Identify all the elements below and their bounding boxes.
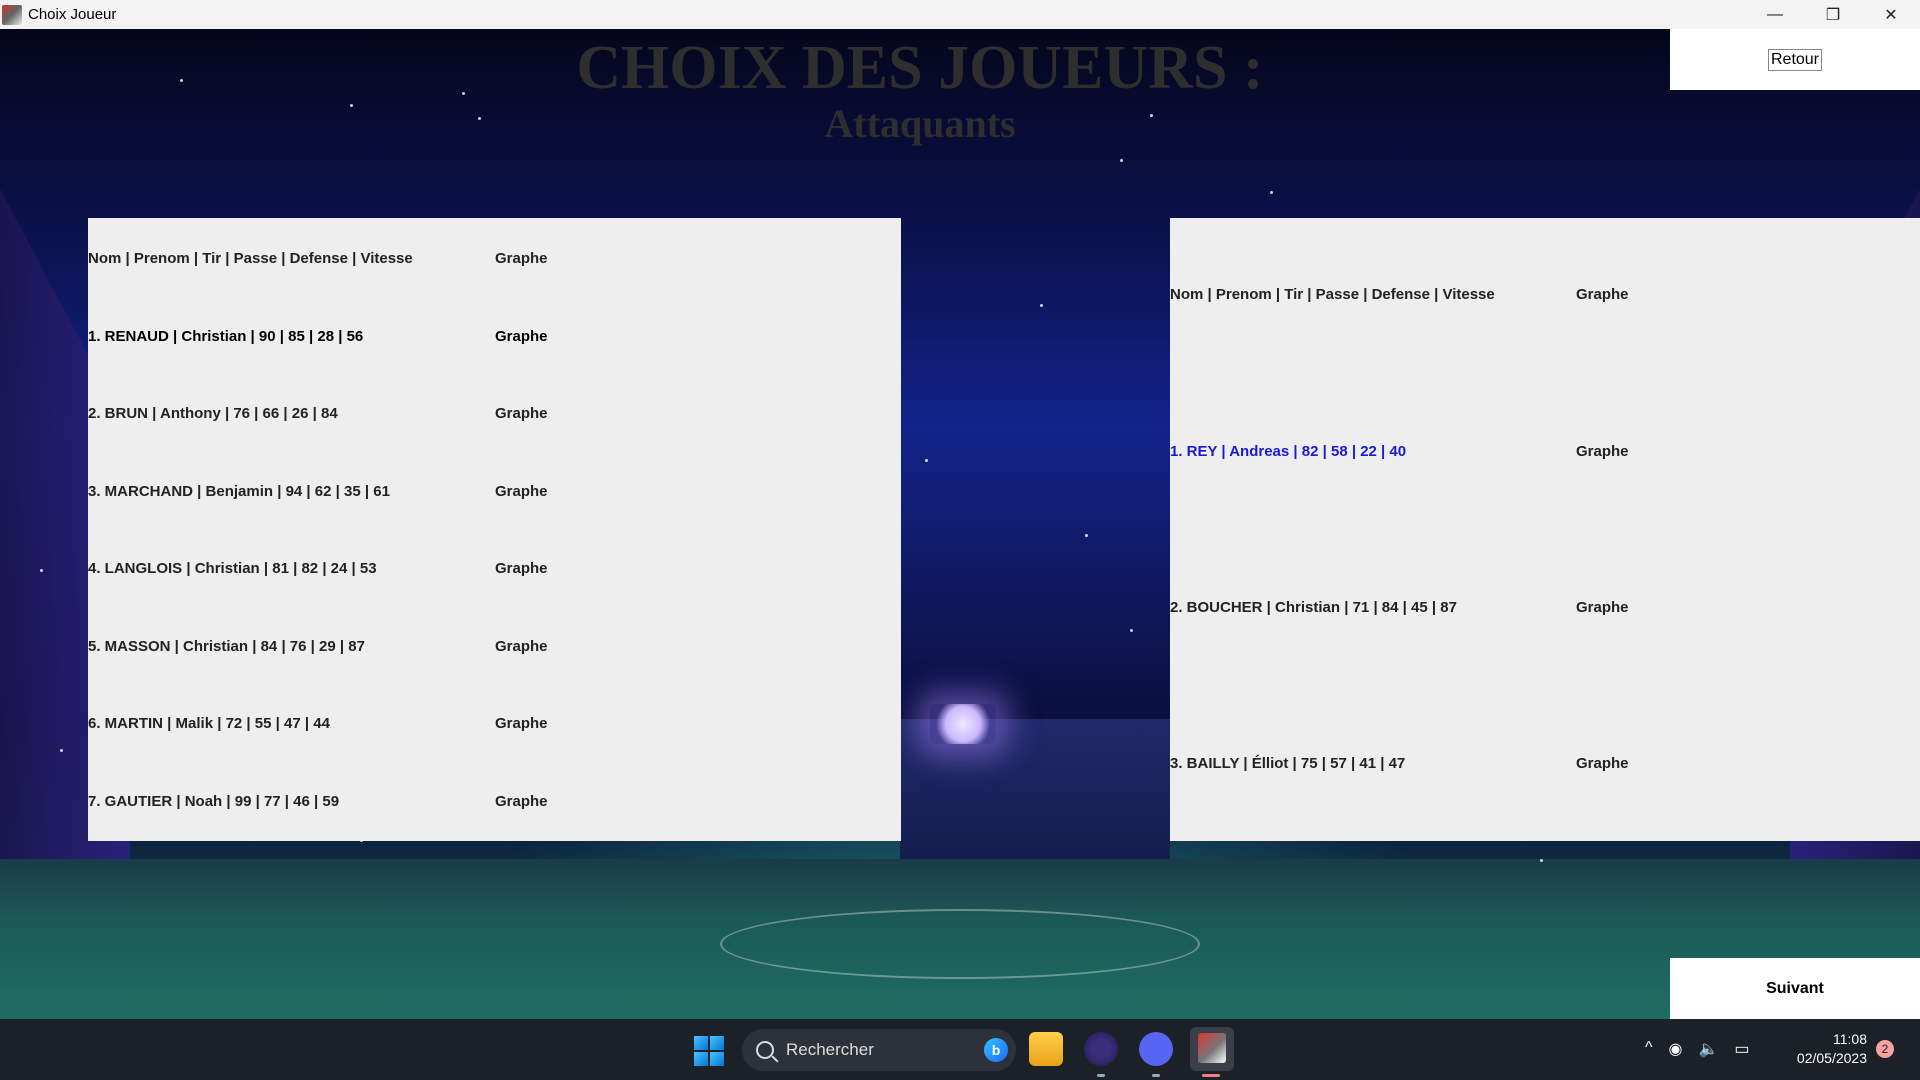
graph-button[interactable]: Graphe [495, 637, 548, 657]
system-tray: ^ ◉ 🔈 ▭ [1645, 1039, 1750, 1059]
windows-start-icon[interactable] [694, 1036, 724, 1066]
back-button[interactable]: Retour [1670, 29, 1920, 90]
java-app-icon [2, 4, 22, 25]
header-graph: Graphe [495, 250, 548, 267]
wifi-icon[interactable]: ◉ [1669, 1039, 1683, 1059]
window-controls: — ❐ ✕ [1746, 0, 1920, 29]
player-label[interactable]: 6. MARTIN | Malik | 72 | 55 | 47 | 44 [88, 714, 330, 734]
player-label[interactable]: 2. BOUCHER | Christian | 71 | 84 | 45 | … [1170, 598, 1457, 618]
graph-button[interactable]: Graphe [495, 559, 548, 579]
running-indicator [1097, 1074, 1105, 1077]
player-label[interactable]: 1. RENAUD | Christian | 90 | 85 | 28 | 5… [88, 327, 363, 347]
java-app-taskbar-icon[interactable] [1190, 1027, 1234, 1071]
active-indicator [1202, 1074, 1220, 1077]
graph-button[interactable]: Graphe [495, 482, 548, 502]
close-button[interactable]: ✕ [1862, 0, 1920, 29]
graph-button[interactable]: Graphe [1576, 442, 1629, 462]
taskbar-search[interactable]: Rechercher b [742, 1029, 1016, 1071]
stadium-background: CHOIX DES JOUEURS : Attaquants Retour No… [0, 29, 1920, 1019]
player-label[interactable]: 1. REY | Andreas | 82 | 58 | 22 | 40 [1170, 442, 1406, 462]
restore-button[interactable]: ❐ [1804, 0, 1862, 29]
search-placeholder: Rechercher [786, 1040, 874, 1059]
header-columns: Nom | Prenom | Tir | Passe | Defense | V… [88, 250, 413, 267]
header-graph: Graphe [1576, 286, 1629, 303]
graph-button[interactable]: Graphe [495, 327, 548, 347]
graph-button[interactable]: Graphe [495, 714, 548, 734]
clock-time: 11:08 [1833, 1031, 1867, 1047]
running-indicator [1152, 1074, 1160, 1077]
next-button-label: Suivant [1766, 979, 1824, 997]
center-circle [720, 909, 1200, 979]
tray-chevron-icon[interactable]: ^ [1645, 1039, 1653, 1059]
page-subtitle: Attaquants [824, 101, 1016, 146]
discord-icon[interactable] [1139, 1032, 1173, 1066]
back-button-label: Retour [1767, 48, 1823, 71]
taskbar: Rechercher b ^ ◉ 🔈 ▭ 11:08 02/05/2023 2 [0, 1019, 1920, 1080]
clock-date: 02/05/2023 [1796, 1050, 1867, 1066]
player-label[interactable]: 4. LANGLOIS | Christian | 81 | 82 | 24 |… [88, 559, 377, 579]
page-title: CHOIX DES JOUEURS : [576, 34, 1264, 102]
star [1130, 629, 1133, 632]
file-explorer-icon[interactable] [1029, 1032, 1063, 1066]
notification-badge[interactable]: 2 [1876, 1040, 1894, 1058]
battery-icon[interactable]: ▭ [1734, 1039, 1749, 1059]
minimize-button[interactable]: — [1746, 0, 1804, 29]
eclipse-icon[interactable] [1084, 1032, 1118, 1066]
header-columns: Nom | Prenom | Tir | Passe | Defense | V… [1170, 286, 1495, 303]
window-title: Choix Joueur [28, 6, 117, 23]
available-players-panel: Nom | Prenom | Tir | Passe | Defense | V… [88, 218, 901, 841]
clock[interactable]: 11:08 02/05/2023 [1785, 1030, 1867, 1068]
floodlight [930, 704, 996, 744]
player-label[interactable]: 3. MARCHAND | Benjamin | 94 | 62 | 35 | … [88, 482, 390, 502]
star [1270, 191, 1273, 194]
bing-icon[interactable]: b [984, 1038, 1008, 1062]
next-button[interactable]: Suivant [1670, 958, 1920, 1019]
window-titlebar: Choix Joueur — ❐ ✕ [0, 0, 1920, 29]
star [60, 749, 63, 752]
player-label[interactable]: 3. BAILLY | Élliot | 75 | 57 | 41 | 47 [1170, 754, 1405, 774]
star [1040, 304, 1043, 307]
selected-players-panel: Nom | Prenom | Tir | Passe | Defense | V… [1170, 218, 1920, 841]
volume-icon[interactable]: 🔈 [1698, 1039, 1718, 1059]
star [925, 459, 928, 462]
graph-button[interactable]: Graphe [495, 404, 548, 424]
graph-button[interactable]: Graphe [1576, 754, 1629, 774]
star [40, 569, 43, 572]
player-label[interactable]: 2. BRUN | Anthony | 76 | 66 | 26 | 84 [88, 404, 338, 424]
search-icon [756, 1041, 774, 1059]
star [1540, 859, 1543, 862]
star [1120, 159, 1123, 162]
player-label[interactable]: 5. MASSON | Christian | 84 | 76 | 29 | 8… [88, 637, 365, 657]
graph-button[interactable]: Graphe [1576, 598, 1629, 618]
star [1085, 534, 1088, 537]
player-label[interactable]: 7. GAUTIER | Noah | 99 | 77 | 46 | 59 [88, 792, 339, 812]
graph-button[interactable]: Graphe [495, 792, 548, 812]
